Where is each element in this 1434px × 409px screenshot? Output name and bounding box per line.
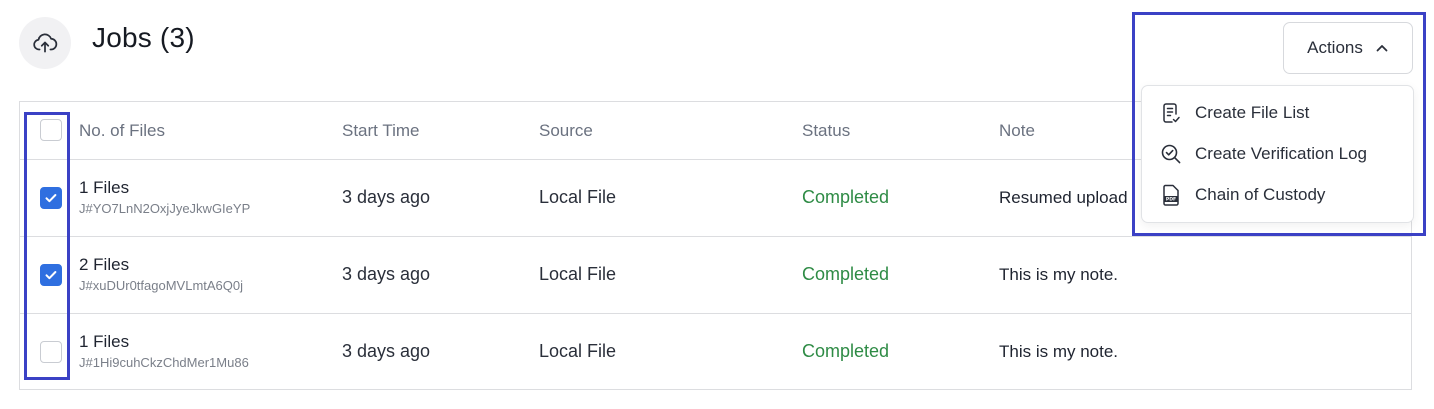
table-row[interactable]: 2 Files J#xuDUr0tfagoMVLmtA6Q0j 3 days a… [20, 237, 1411, 314]
note: This is my note. [999, 342, 1119, 361]
files-cell: 1 Files J#YO7LnN2OxjJyeJkwGIeYP [79, 178, 250, 216]
header-source[interactable]: Source [539, 121, 593, 141]
source: Local File [539, 264, 617, 284]
files-cell: 2 Files J#xuDUr0tfagoMVLmtA6Q0j [79, 255, 243, 293]
files-count: 1 Files [79, 332, 130, 351]
header-status[interactable]: Status [802, 121, 850, 141]
status-badge: Completed [802, 187, 890, 207]
files-count: 2 Files [79, 255, 130, 274]
files-count: 1 Files [79, 178, 130, 197]
note: Resumed upload [999, 188, 1128, 207]
actions-menu-highlight [1132, 12, 1426, 236]
start-time: 3 days ago [342, 341, 431, 361]
status-badge: Completed [802, 264, 890, 284]
start-time: 3 days ago [342, 264, 431, 284]
page-title: Jobs (3) [92, 22, 195, 53]
header-note[interactable]: Note [999, 121, 1035, 141]
files-cell: 1 Files J#1Hi9cuhCkzChdMer1Mu86 [79, 332, 249, 370]
header-files[interactable]: No. of Files [79, 121, 165, 141]
start-time: 3 days ago [342, 187, 431, 207]
source: Local File [539, 341, 617, 361]
table-row[interactable]: 1 Files J#1Hi9cuhCkzChdMer1Mu86 3 days a… [20, 314, 1411, 391]
note: This is my note. [999, 265, 1119, 284]
job-id: J#1Hi9cuhCkzChdMer1Mu86 [79, 355, 249, 370]
source: Local File [539, 187, 617, 207]
job-id: J#xuDUr0tfagoMVLmtA6Q0j [79, 278, 244, 293]
cloud-upload-icon [19, 17, 71, 69]
header-start-time[interactable]: Start Time [342, 121, 419, 141]
job-id: J#YO7LnN2OxjJyeJkwGIeYP [79, 201, 251, 216]
status-badge: Completed [802, 341, 890, 361]
checkbox-column-highlight [24, 112, 70, 380]
